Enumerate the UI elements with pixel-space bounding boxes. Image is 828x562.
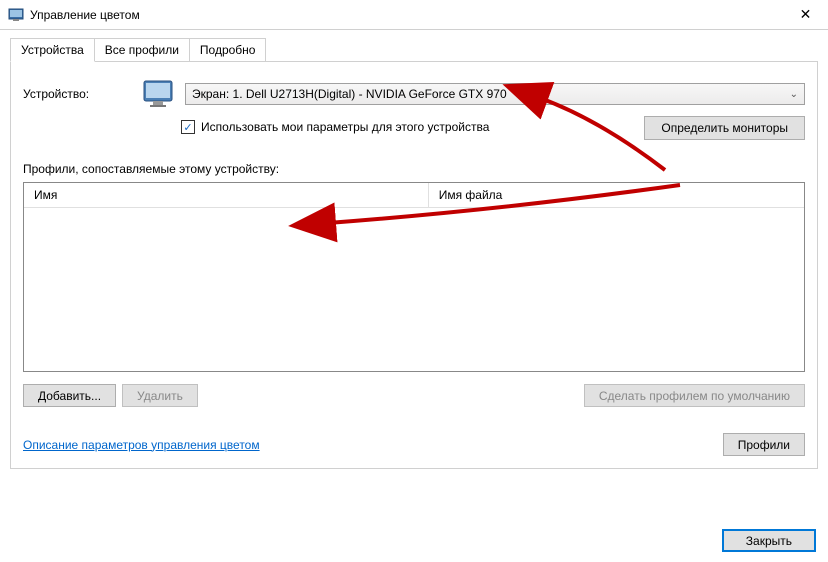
color-management-help-link[interactable]: Описание параметров управления цветом: [23, 438, 260, 452]
tab-bar: Устройства Все профили Подробно: [10, 38, 818, 62]
close-icon: ✕: [800, 6, 812, 23]
device-row: Устройство: Экран: 1. Dell U2713H(Digita…: [23, 80, 805, 108]
profiles-table-header: Имя Имя файла: [24, 183, 804, 208]
profiles-section-label: Профили, сопоставляемые этому устройству…: [23, 162, 805, 176]
tab-all-profiles[interactable]: Все профили: [94, 38, 190, 62]
app-icon: [8, 7, 24, 23]
profiles-button[interactable]: Профили: [723, 433, 805, 456]
use-settings-checkbox[interactable]: ✓: [181, 120, 195, 134]
device-dropdown[interactable]: Экран: 1. Dell U2713H(Digital) - NVIDIA …: [185, 83, 805, 105]
profile-buttons-row: Добавить... Удалить Сделать профилем по …: [23, 384, 805, 407]
window-close-button[interactable]: ✕: [783, 0, 828, 30]
remove-button: Удалить: [122, 384, 198, 407]
column-filename[interactable]: Имя файла: [429, 183, 804, 207]
titlebar: Управление цветом ✕: [0, 0, 828, 30]
add-button[interactable]: Добавить...: [23, 384, 116, 407]
set-default-button: Сделать профилем по умолчанию: [584, 384, 805, 407]
identify-monitors-button[interactable]: Определить мониторы: [644, 116, 805, 140]
bottom-bar: Закрыть: [722, 529, 816, 552]
column-name[interactable]: Имя: [24, 183, 429, 207]
use-settings-label: Использовать мои параметры для этого уст…: [201, 120, 489, 134]
close-button[interactable]: Закрыть: [722, 529, 816, 552]
tab-devices[interactable]: Устройства: [10, 38, 95, 62]
link-row: Описание параметров управления цветом Пр…: [23, 433, 805, 456]
device-label: Устройство:: [23, 87, 133, 101]
device-dropdown-value: Экран: 1. Dell U2713H(Digital) - NVIDIA …: [192, 87, 507, 101]
profiles-table[interactable]: Имя Имя файла: [23, 182, 805, 372]
monitor-icon: [143, 80, 175, 108]
window-title: Управление цветом: [30, 8, 783, 22]
tab-panel: Устройство: Экран: 1. Dell U2713H(Digita…: [10, 61, 818, 469]
content-area: Устройства Все профили Подробно Устройст…: [0, 30, 828, 477]
chevron-down-icon: ⌄: [790, 89, 798, 100]
tab-details[interactable]: Подробно: [189, 38, 267, 62]
